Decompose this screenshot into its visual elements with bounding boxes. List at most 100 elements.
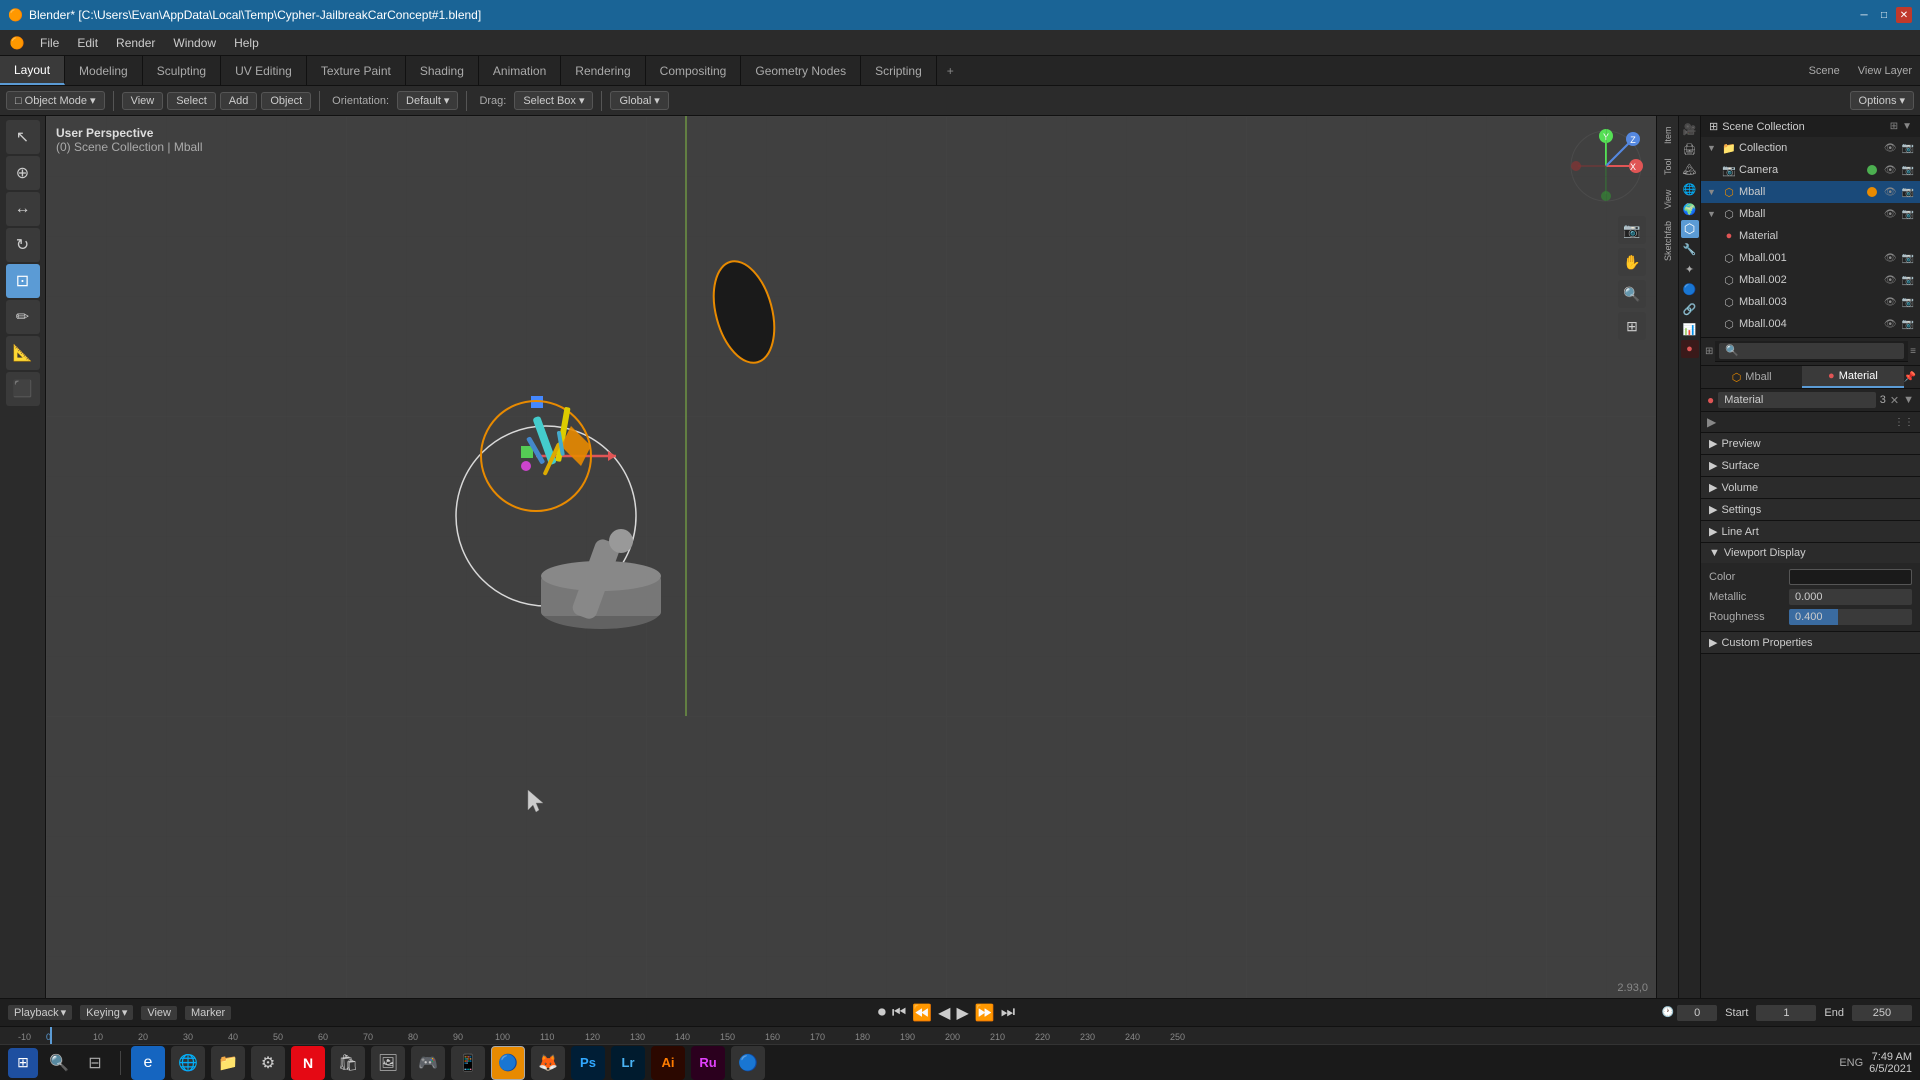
- menu-window[interactable]: Window: [165, 34, 224, 52]
- volume-header[interactable]: ▶ Volume: [1701, 477, 1920, 498]
- custom-properties-header[interactable]: ▶ Custom Properties: [1701, 632, 1920, 653]
- view-layer-props-icon[interactable]: 🏔: [1681, 160, 1699, 178]
- data-props-icon[interactable]: 📊: [1681, 320, 1699, 338]
- sort-icon[interactable]: ▼: [1902, 121, 1912, 132]
- keyframe-icon[interactable]: ⏺: [878, 1004, 886, 1022]
- scene-props-icon[interactable]: 🌐: [1681, 180, 1699, 198]
- taskbar-app3[interactable]: 🦊: [531, 1046, 565, 1080]
- keying-menu[interactable]: Keying ▾: [80, 1005, 133, 1020]
- menu-help[interactable]: Help: [226, 34, 267, 52]
- mball002-row[interactable]: ⬡ Mball.002 👁 📷: [1701, 269, 1920, 291]
- tab-scripting[interactable]: Scripting: [861, 56, 937, 85]
- tab-sculpting[interactable]: Sculpting: [143, 56, 221, 85]
- visibility-icon[interactable]: 👁: [1884, 319, 1897, 330]
- scale-tool[interactable]: ⊡: [6, 264, 40, 298]
- taskbar-blender[interactable]: 🔵: [491, 1046, 525, 1080]
- search-button[interactable]: 🔍: [44, 1048, 74, 1078]
- taskbar-files[interactable]: 📁: [211, 1046, 245, 1080]
- tab-compositing[interactable]: Compositing: [646, 56, 742, 85]
- material-filter-icon[interactable]: ▼: [1903, 394, 1914, 406]
- end-frame-input[interactable]: 250: [1852, 1005, 1912, 1021]
- viewport-3d[interactable]: User Perspective (0) Scene Collection | …: [46, 116, 1656, 998]
- cursor-tool[interactable]: ⊕: [6, 156, 40, 190]
- blender-menu-icon[interactable]: 🟠: [4, 32, 30, 54]
- visibility-icon[interactable]: 👁: [1884, 209, 1897, 220]
- output-props-icon[interactable]: 🖨: [1681, 140, 1699, 158]
- material-props-icon[interactable]: ●: [1681, 340, 1699, 358]
- pivot-selector[interactable]: Global ▾: [610, 91, 668, 110]
- taskbar-rushapp[interactable]: Ru: [691, 1046, 725, 1080]
- play-btn[interactable]: ▶: [956, 1003, 968, 1023]
- mball-child-row[interactable]: ▼ ⬡ Mball 👁 📷: [1701, 203, 1920, 225]
- sketchfab-icon[interactable]: Sketchfab: [1659, 216, 1677, 266]
- visibility-icon[interactable]: 👁: [1884, 297, 1897, 308]
- material-tab[interactable]: ● Material: [1802, 366, 1903, 388]
- view-menu-tl[interactable]: View: [141, 1006, 177, 1020]
- item-panel-icon[interactable]: Item: [1659, 120, 1677, 150]
- taskbar-edge[interactable]: e: [131, 1046, 165, 1080]
- marker-menu[interactable]: Marker: [185, 1006, 231, 1020]
- mode-selector[interactable]: □ Object Mode ▾: [6, 91, 105, 110]
- collection-row[interactable]: ▼ 📁 Collection 👁 📷: [1701, 137, 1920, 159]
- jump-end-btn[interactable]: ⏭: [1001, 1004, 1015, 1022]
- orientation-selector[interactable]: Default ▾: [397, 91, 458, 110]
- material-delete-icon[interactable]: ✕: [1890, 394, 1899, 407]
- render-icon[interactable]: 📷: [1902, 319, 1914, 330]
- mball004-row[interactable]: ⬡ Mball.004 👁 📷: [1701, 313, 1920, 335]
- menu-render[interactable]: Render: [108, 34, 163, 52]
- tab-shading[interactable]: Shading: [406, 56, 479, 85]
- tool-panel-icon[interactable]: Tool: [1659, 152, 1677, 182]
- mball-row[interactable]: ▼ ⬡ Mball 👁 📷: [1701, 181, 1920, 203]
- particles-props-icon[interactable]: ✦: [1681, 260, 1699, 278]
- tab-rendering[interactable]: Rendering: [561, 56, 645, 85]
- props-sort-icon[interactable]: ≡: [1910, 346, 1916, 357]
- play-reverse-btn[interactable]: ◀: [938, 1003, 950, 1023]
- color-value[interactable]: [1789, 569, 1912, 585]
- taskbar-photoshop[interactable]: Ps: [571, 1046, 605, 1080]
- tab-layout[interactable]: Layout: [0, 56, 65, 85]
- preview-header[interactable]: ▶ Preview: [1701, 433, 1920, 454]
- render-icon[interactable]: 📷: [1902, 297, 1914, 308]
- select-tool[interactable]: ↖: [6, 120, 40, 154]
- taskbar-settings[interactable]: ⚙: [251, 1046, 285, 1080]
- viewport-hand[interactable]: ✋: [1618, 248, 1646, 276]
- drag-selector[interactable]: Select Box ▾: [514, 91, 593, 110]
- metallic-value[interactable]: 0.000: [1789, 589, 1912, 605]
- render-icon[interactable]: 📷: [1902, 187, 1914, 198]
- taskbar-photos[interactable]: 🖼: [371, 1046, 405, 1080]
- taskbar-app2[interactable]: 📱: [451, 1046, 485, 1080]
- move-tool[interactable]: ↔: [6, 192, 40, 226]
- tab-uv-editing[interactable]: UV Editing: [221, 56, 307, 85]
- add-menu[interactable]: Add: [220, 92, 258, 110]
- render-icon[interactable]: 📷: [1902, 165, 1914, 176]
- start-frame-input[interactable]: 1: [1756, 1005, 1816, 1021]
- visibility-icon[interactable]: 👁: [1884, 165, 1897, 176]
- options-button[interactable]: Options ▾: [1850, 91, 1914, 110]
- pin-icon[interactable]: 📌: [1904, 372, 1916, 383]
- filter-icon[interactable]: ⊞: [1890, 121, 1898, 132]
- render-icon[interactable]: 📷: [1902, 143, 1914, 154]
- render-props-icon[interactable]: 🎥: [1681, 120, 1699, 138]
- visibility-icon[interactable]: 👁: [1884, 187, 1897, 198]
- object-props-icon[interactable]: ⬡: [1681, 220, 1699, 238]
- task-view-button[interactable]: ⊟: [80, 1048, 110, 1078]
- minimize-button[interactable]: ─: [1856, 7, 1872, 23]
- expand-arrow[interactable]: ▶: [1707, 415, 1716, 429]
- line-art-header[interactable]: ▶ Line Art: [1701, 521, 1920, 542]
- start-button[interactable]: ⊞: [8, 1048, 38, 1078]
- constraints-props-icon[interactable]: 🔗: [1681, 300, 1699, 318]
- menu-edit[interactable]: Edit: [69, 34, 106, 52]
- visibility-icon[interactable]: 👁: [1884, 143, 1897, 154]
- render-icon[interactable]: 📷: [1902, 275, 1914, 286]
- physics-props-icon[interactable]: 🔵: [1681, 280, 1699, 298]
- render-icon[interactable]: 📷: [1902, 209, 1914, 220]
- tab-modeling[interactable]: Modeling: [65, 56, 143, 85]
- viewport-camera-view[interactable]: 📷: [1618, 216, 1646, 244]
- visibility-icon[interactable]: 👁: [1884, 275, 1897, 286]
- taskbar-app1[interactable]: 🎮: [411, 1046, 445, 1080]
- taskbar-lightroom[interactable]: Lr: [611, 1046, 645, 1080]
- camera-row[interactable]: 📷 Camera 👁 📷: [1701, 159, 1920, 181]
- taskbar-chrome[interactable]: 🌐: [171, 1046, 205, 1080]
- taskbar-store[interactable]: 🛍: [331, 1046, 365, 1080]
- playback-menu[interactable]: Playback ▾: [8, 1005, 72, 1020]
